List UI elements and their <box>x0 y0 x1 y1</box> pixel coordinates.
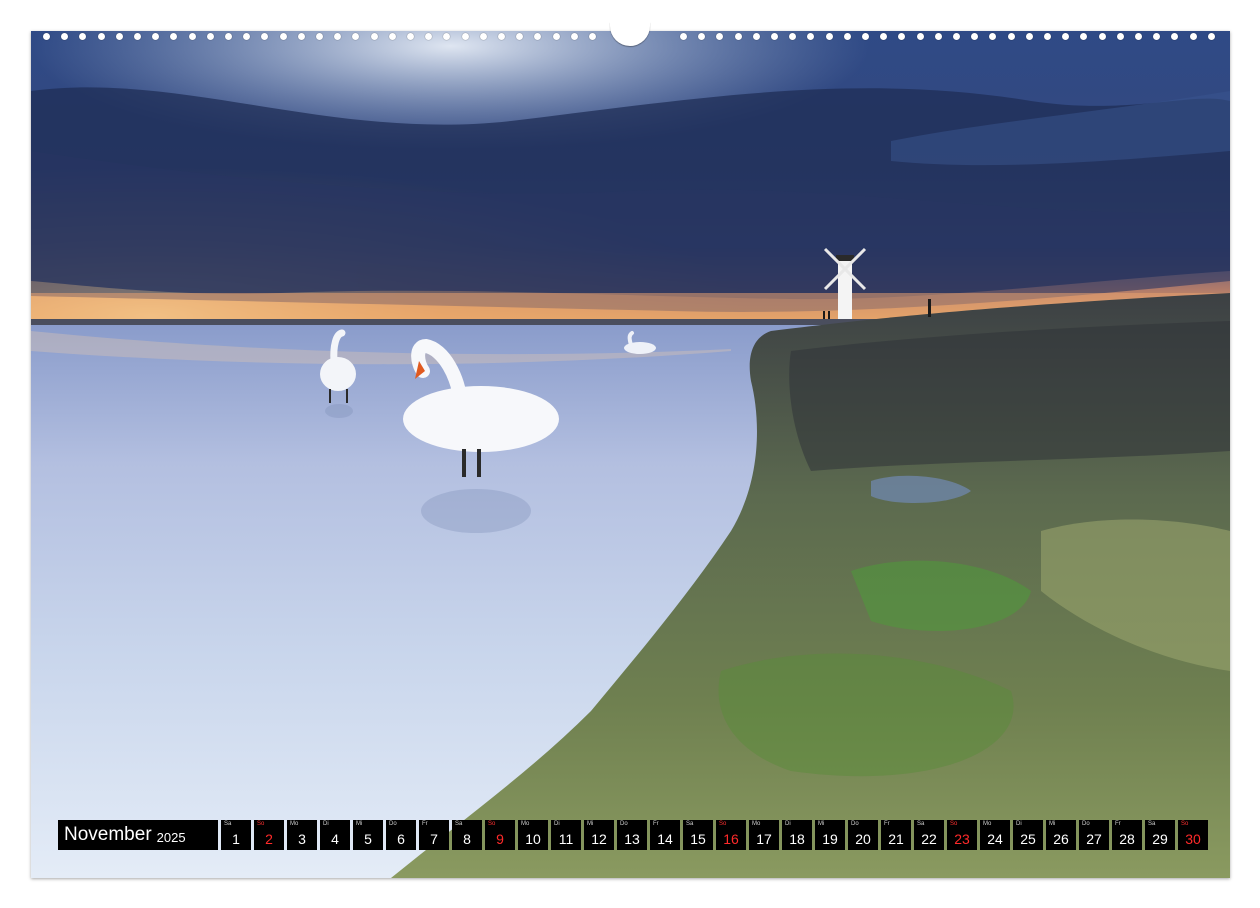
weekday-label: Mo <box>983 821 992 827</box>
weekday-label: So <box>488 821 496 827</box>
day-number: 8 <box>463 831 471 847</box>
day-number: 30 <box>1185 831 1201 847</box>
swans-windmill-coast-photo <box>31 31 1230 878</box>
day-cell: So 2 <box>254 820 284 850</box>
day-cell: So 16 <box>716 820 746 850</box>
month-year: 2025 <box>156 829 186 845</box>
day-cell: Do 27 <box>1079 820 1109 850</box>
weekday-label: Mo <box>521 821 530 827</box>
day-cell: Di 25 <box>1013 820 1043 850</box>
weekday-label: Mi <box>818 821 825 827</box>
day-number: 24 <box>987 831 1003 847</box>
day-number: 1 <box>232 831 240 847</box>
day-number: 2 <box>265 831 273 847</box>
day-cell: Do 13 <box>617 820 647 850</box>
day-number: 27 <box>1086 831 1102 847</box>
day-cell: Sa 1 <box>221 820 251 850</box>
day-cell: Mi 5 <box>353 820 383 850</box>
weekday-label: Do <box>851 821 859 827</box>
weekday-label: Fr <box>1115 821 1121 827</box>
weekday-label: Mo <box>752 821 761 827</box>
day-number: 12 <box>591 831 607 847</box>
weekday-label: Di <box>323 821 329 827</box>
weekday-label: Do <box>1082 821 1090 827</box>
day-number: 15 <box>690 831 706 847</box>
day-cell: Fr 14 <box>650 820 680 850</box>
weekday-label: Fr <box>422 821 428 827</box>
weekday-label: So <box>719 821 727 827</box>
weekday-label: So <box>257 821 265 827</box>
day-number: 6 <box>397 831 405 847</box>
weekday-label: Do <box>620 821 628 827</box>
day-number: 26 <box>1053 831 1069 847</box>
weekday-label: Sa <box>455 821 463 827</box>
weekday-label: Sa <box>686 821 694 827</box>
day-number: 13 <box>624 831 640 847</box>
weekday-label: Fr <box>884 821 890 827</box>
weekday-label: Sa <box>1148 821 1156 827</box>
day-number: 19 <box>822 831 838 847</box>
weekday-label: Di <box>554 821 560 827</box>
day-cell: So 30 <box>1178 820 1208 850</box>
day-number: 29 <box>1152 831 1168 847</box>
day-number: 14 <box>657 831 673 847</box>
day-cell: Di 11 <box>551 820 581 850</box>
day-number: 28 <box>1119 831 1135 847</box>
day-cell: Mo 24 <box>980 820 1010 850</box>
weekday-label: Mi <box>587 821 594 827</box>
weekday-label: Fr <box>653 821 659 827</box>
day-cell: Do 20 <box>848 820 878 850</box>
weekday-label: Di <box>1016 821 1022 827</box>
day-cell: Mi 12 <box>584 820 614 850</box>
weekday-label: Sa <box>224 821 232 827</box>
weekday-label: Di <box>785 821 791 827</box>
day-cell: Mi 26 <box>1046 820 1076 850</box>
day-number: 10 <box>525 831 541 847</box>
day-cell: Fr 28 <box>1112 820 1142 850</box>
day-cell: Sa 15 <box>683 820 713 850</box>
day-cell: So 9 <box>485 820 515 850</box>
day-number: 16 <box>723 831 739 847</box>
day-cell: Sa 22 <box>914 820 944 850</box>
day-number: 7 <box>430 831 438 847</box>
day-cell: Mi 19 <box>815 820 845 850</box>
weekday-label: Mi <box>356 821 363 827</box>
month-name: November <box>64 824 152 845</box>
weekday-label: Sa <box>917 821 925 827</box>
month-calendar-strip: November 2025 Sa 1 So 2 Mo 3 Di 4 Mi 5 Do 6 Fr 7 Sa 8 So… <box>58 820 1208 850</box>
day-number: 5 <box>364 831 372 847</box>
month-label: November 2025 <box>58 820 218 850</box>
calendar-page: November 2025 Sa 1 So 2 Mo 3 Di 4 Mi 5 Do 6 Fr 7 Sa 8 So… <box>0 0 1260 908</box>
day-cell: Di 4 <box>320 820 350 850</box>
day-cell: Fr 21 <box>881 820 911 850</box>
day-number: 23 <box>954 831 970 847</box>
day-cell: Fr 7 <box>419 820 449 850</box>
day-cell: Mo 17 <box>749 820 779 850</box>
day-cell: So 23 <box>947 820 977 850</box>
day-number: 25 <box>1020 831 1036 847</box>
day-cell: Mo 10 <box>518 820 548 850</box>
day-cell: Di 18 <box>782 820 812 850</box>
weekday-label: So <box>950 821 958 827</box>
day-cell: Sa 8 <box>452 820 482 850</box>
day-number: 4 <box>331 831 339 847</box>
day-cell: Do 6 <box>386 820 416 850</box>
day-cell: Sa 29 <box>1145 820 1175 850</box>
day-cell: Mo 3 <box>287 820 317 850</box>
day-number: 9 <box>496 831 504 847</box>
weekday-label: So <box>1181 821 1189 827</box>
day-number: 18 <box>789 831 805 847</box>
day-number: 21 <box>888 831 904 847</box>
landscape-photo <box>31 31 1230 878</box>
day-number: 22 <box>921 831 937 847</box>
weekday-label: Mo <box>290 821 299 827</box>
day-number: 11 <box>558 831 574 847</box>
day-number: 20 <box>855 831 871 847</box>
weekday-label: Mi <box>1049 821 1056 827</box>
day-number: 3 <box>298 831 306 847</box>
day-number: 17 <box>756 831 772 847</box>
weekday-label: Do <box>389 821 397 827</box>
